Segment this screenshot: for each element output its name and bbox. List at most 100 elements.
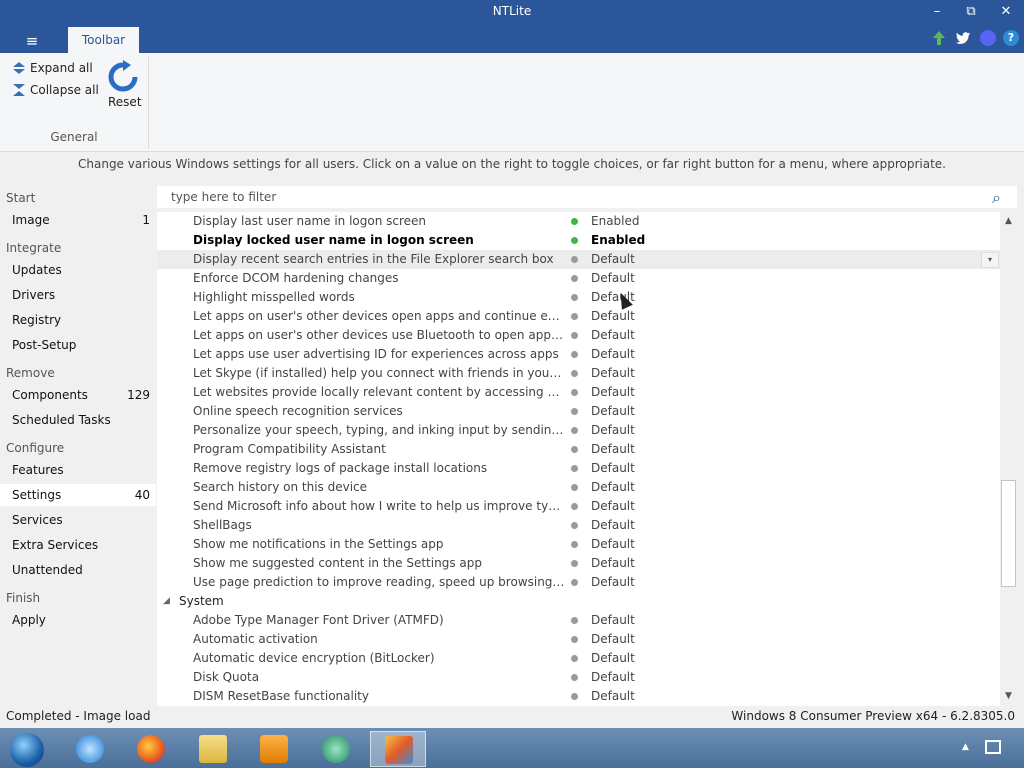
setting-row[interactable]: Highlight misspelled words Default <box>157 288 1000 307</box>
sidebar-item-count: 129 <box>127 388 150 402</box>
setting-value[interactable]: Default <box>591 269 635 288</box>
setting-row[interactable]: Automatic device encryption (BitLocker) D… <box>157 649 1000 668</box>
sidebar-item-components[interactable]: Components 129 <box>0 384 156 406</box>
sidebar-item-registry[interactable]: Registry <box>0 309 156 331</box>
reset-button[interactable]: Reset <box>108 95 142 109</box>
internet-explorer-icon[interactable] <box>62 731 118 767</box>
sidebar-item-extra-services[interactable]: Extra Services <box>0 534 156 556</box>
media-player-icon[interactable] <box>246 731 302 767</box>
sidebar-item-updates[interactable]: Updates <box>0 259 156 281</box>
setting-row[interactable]: Display last user name in logon screen En… <box>157 212 1000 231</box>
setting-row[interactable]: Display locked user name in logon screen… <box>157 231 1000 250</box>
tray-show-hidden-icon[interactable]: ▲ <box>962 742 969 752</box>
setting-row[interactable]: Disk Quota Default <box>157 668 1000 687</box>
setting-row[interactable]: Let apps on user's other devices open ap… <box>157 307 1000 326</box>
sidebar-item-features[interactable]: Features <box>0 459 156 481</box>
setting-row[interactable]: Let websites provide locally relevant co… <box>157 383 1000 402</box>
setting-value[interactable]: Default <box>591 554 635 573</box>
reset-icon[interactable] <box>106 60 140 97</box>
sidebar-item-drivers[interactable]: Drivers <box>0 284 156 306</box>
scroll-down-button[interactable]: ▼ <box>1001 688 1016 704</box>
setting-row[interactable]: Search history on this device Default <box>157 478 1000 497</box>
setting-row[interactable]: Remove registry logs of package install … <box>157 459 1000 478</box>
discord-icon[interactable] <box>980 30 996 46</box>
sidebar-item-post-setup[interactable]: Post-Setup <box>0 334 156 356</box>
setting-value[interactable]: Default <box>591 649 635 668</box>
group-row[interactable]: ◢ System <box>157 592 1000 611</box>
setting-row[interactable]: Send Microsoft info about how I write to… <box>157 497 1000 516</box>
restore-button[interactable]: ⧉ <box>956 2 986 22</box>
setting-value[interactable]: Default <box>591 459 635 478</box>
status-dot-icon <box>571 370 578 377</box>
setting-row[interactable]: Display recent search entries in the Fil… <box>157 250 1000 269</box>
setting-row[interactable]: Show me suggested content in the Setting… <box>157 554 1000 573</box>
setting-value[interactable]: Default <box>591 383 635 402</box>
setting-value[interactable]: Enabled <box>591 231 645 250</box>
setting-value[interactable]: Default <box>591 516 635 535</box>
minimize-button[interactable]: – <box>922 2 952 22</box>
setting-value[interactable]: Default <box>591 421 635 440</box>
start-orb-icon[interactable] <box>0 731 56 767</box>
sidebar-item-apply[interactable]: Apply <box>0 609 156 631</box>
setting-value[interactable]: Default <box>591 535 635 554</box>
twitter-icon[interactable] <box>955 30 971 46</box>
setting-row[interactable]: Let apps on user's other devices use Blu… <box>157 326 1000 345</box>
setting-value[interactable]: Default <box>591 326 635 345</box>
collapse-expander-icon[interactable]: ◢ <box>163 592 170 611</box>
setting-value[interactable]: Default <box>591 497 635 516</box>
status-dot-icon <box>571 256 578 263</box>
setting-value[interactable]: Default <box>591 345 635 364</box>
setting-value[interactable]: Default <box>591 611 635 630</box>
setting-value[interactable]: Default <box>591 478 635 497</box>
close-button[interactable]: ✕ <box>991 2 1021 22</box>
setting-name: Program Compatibility Assistant <box>193 442 386 456</box>
row-menu-dropdown-icon[interactable]: ▾ <box>981 252 999 268</box>
sidebar-item-image[interactable]: Image 1 <box>0 209 156 231</box>
setting-value[interactable]: Default <box>591 630 635 649</box>
scroll-up-button[interactable]: ▲ <box>1001 213 1016 229</box>
setting-value[interactable]: Default <box>591 668 635 687</box>
sidebar-item-count: 40 <box>134 488 150 502</box>
setting-value[interactable]: Default <box>591 307 635 326</box>
bluetooth-app-icon[interactable] <box>308 731 364 767</box>
setting-row[interactable]: Enforce DCOM hardening changes Default <box>157 269 1000 288</box>
setting-row[interactable]: Let Skype (if installed) help you connec… <box>157 364 1000 383</box>
ntlite-icon[interactable] <box>370 731 426 767</box>
sidebar-item-settings[interactable]: Settings 40 <box>0 484 156 506</box>
firefox-icon[interactable] <box>123 731 179 767</box>
status-dot-icon <box>571 522 578 529</box>
setting-row[interactable]: Online speech recognition services Defaul… <box>157 402 1000 421</box>
file-explorer-icon[interactable] <box>185 731 241 767</box>
search-icon[interactable]: ⌕ <box>992 188 1001 208</box>
vertical-scrollbar[interactable] <box>1000 212 1017 706</box>
setting-value[interactable]: Default <box>591 573 635 592</box>
setting-row[interactable]: Program Compatibility Assistant Default <box>157 440 1000 459</box>
setting-row[interactable]: Automatic activation Default <box>157 630 1000 649</box>
update-arrow-icon[interactable] <box>931 30 947 46</box>
sidebar-item-unattended[interactable]: Unattended <box>0 559 156 581</box>
filter-input[interactable] <box>171 189 971 205</box>
setting-value[interactable]: Enabled <box>591 212 640 231</box>
setting-value[interactable]: Default <box>591 440 635 459</box>
setting-name: Automatic activation <box>193 632 318 646</box>
setting-row[interactable]: Adobe Type Manager Font Driver (ATMFD) De… <box>157 611 1000 630</box>
sidebar-item-scheduled-tasks[interactable]: Scheduled Tasks <box>0 409 156 431</box>
sidebar-item-services[interactable]: Services <box>0 509 156 531</box>
setting-row[interactable]: ShellBags Default <box>157 516 1000 535</box>
setting-row[interactable]: Personalize your speech, typing, and ink… <box>157 421 1000 440</box>
setting-value[interactable]: Default <box>591 250 635 269</box>
setting-row[interactable]: Use page prediction to improve reading, … <box>157 573 1000 592</box>
network-tray-icon[interactable] <box>985 740 1001 754</box>
setting-value[interactable]: Default <box>591 402 635 421</box>
tab-toolbar[interactable]: Toolbar <box>68 27 139 53</box>
setting-value[interactable]: Default <box>591 364 635 383</box>
setting-row[interactable]: Show me notifications in the Settings ap… <box>157 535 1000 554</box>
scroll-thumb[interactable] <box>1001 480 1016 587</box>
hamburger-menu-icon[interactable]: ≡ <box>20 32 44 50</box>
help-icon[interactable]: ? <box>1003 30 1019 46</box>
setting-row[interactable]: DISM ResetBase functionality Default <box>157 687 1000 706</box>
setting-value[interactable]: Default <box>591 687 635 706</box>
collapse-all-button[interactable]: Collapse all <box>30 83 99 97</box>
setting-row[interactable]: Let apps use user advertising ID for exp… <box>157 345 1000 364</box>
expand-all-button[interactable]: Expand all <box>30 61 93 75</box>
